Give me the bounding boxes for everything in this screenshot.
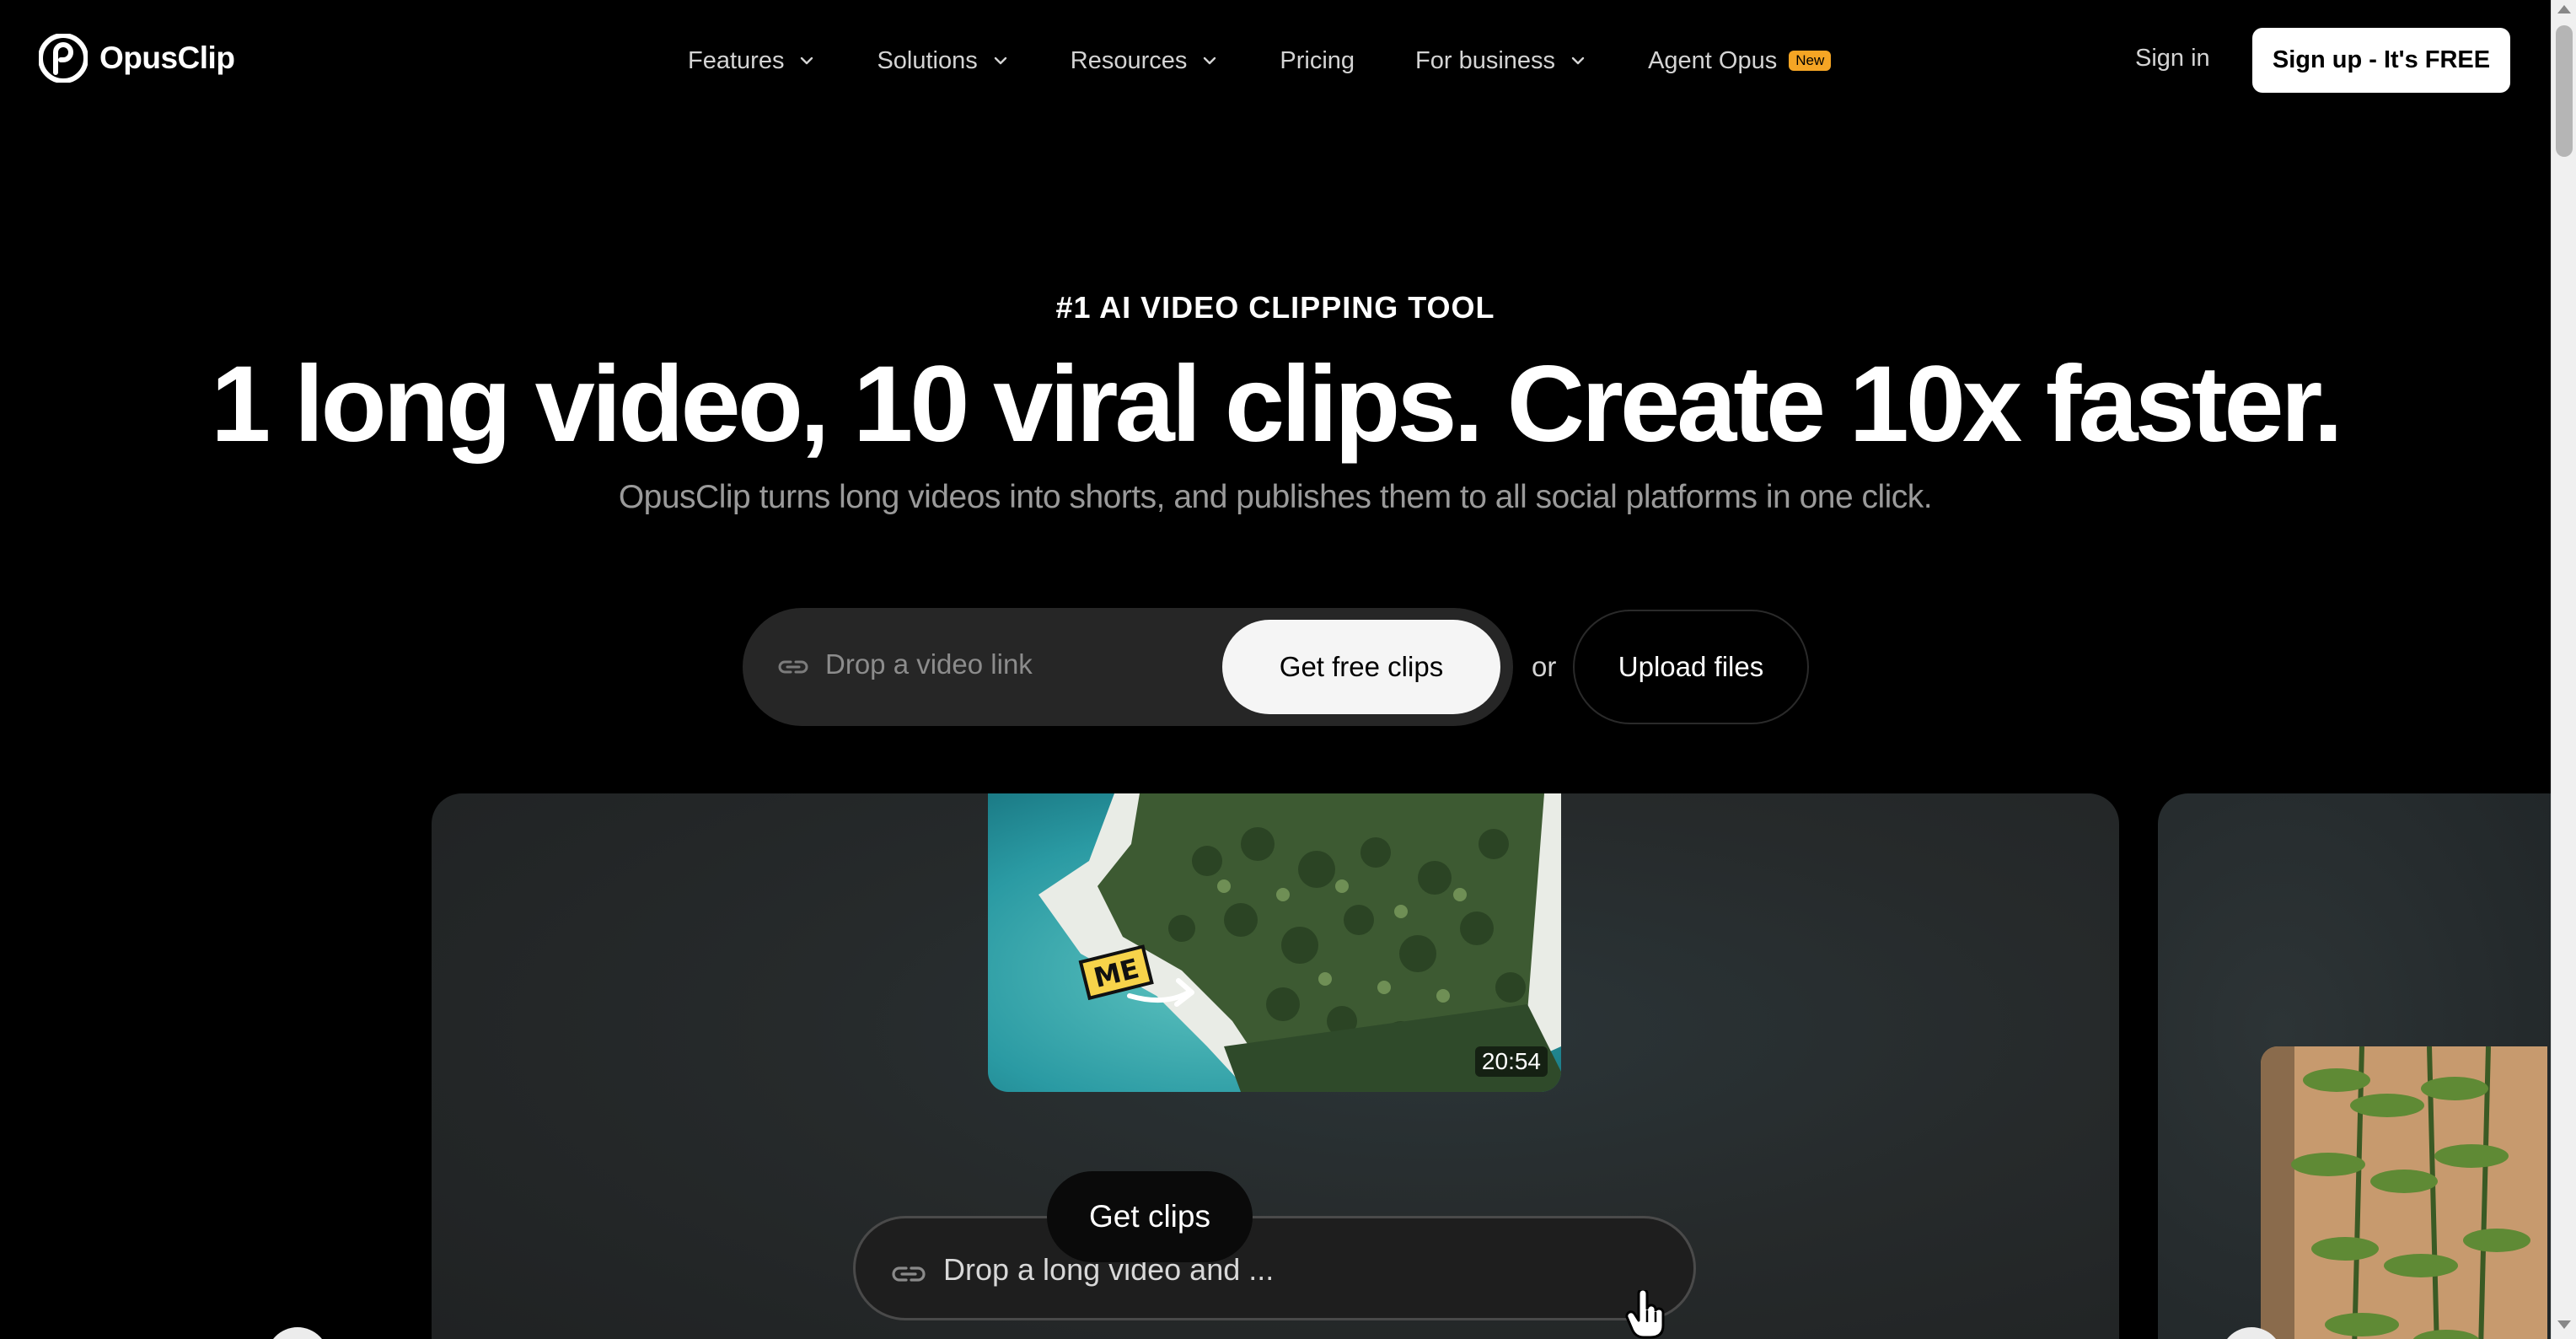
scroll-down-arrow-icon[interactable] [2557,1320,2571,1329]
nav-item-agent-opus[interactable]: Agent Opus New [1648,46,1832,75]
top-navigation: OpusClip Features Solutions Resources Pr… [0,0,2551,120]
scroll-up-arrow-icon[interactable] [2557,5,2571,13]
nav-item-solutions[interactable]: Solutions [877,47,1009,75]
hero-subhead: OpusClip turns long videos into shorts, … [618,479,1933,515]
nav-item-label: Pricing [1280,46,1355,74]
next-demo-card[interactable] [2158,793,2563,1339]
brand-logo[interactable]: OpusClip [39,34,235,83]
nav-item-label: Resources [1070,46,1188,74]
nav-item-features[interactable]: Features [688,47,816,75]
opusclip-logo-icon [39,34,88,83]
chevron-down-icon [994,56,1006,65]
get-clips-button[interactable]: Get clips [1047,1171,1253,1262]
video-thumbnail[interactable]: ME 20:54 [988,793,1561,1092]
video-link-placeholder: Drop a video link [825,648,1033,680]
long-video-input[interactable]: Drop a long video and ... [853,1216,1696,1320]
upload-files-button[interactable]: Upload files [1573,610,1809,724]
carousel-prev-button[interactable] [266,1327,329,1339]
bamboo-thumbnail [2261,1046,2547,1339]
link-icon [778,660,808,674]
nav-item-for-business[interactable]: For business [1415,47,1587,75]
hero-eyebrow: #1 AI VIDEO CLIPPING TOOL [1055,290,1495,325]
chevron-down-icon [1571,56,1585,65]
nav-item-label: Agent Opus [1648,46,1778,74]
hero-headline: 1 long video, 10 viral clips. Create 10x… [211,344,2343,465]
chevron-down-icon [1204,56,1216,65]
nav-item-label: Features [688,46,785,74]
scrollbar-thumb[interactable] [2556,25,2573,157]
link-icon [892,1266,926,1282]
brand-name: OpusClip [99,40,235,75]
demo-card: ME 20:54 Drop a long video and ... [432,793,2119,1339]
video-duration: 20:54 [1474,1046,1548,1077]
nav-item-pricing[interactable]: Pricing [1280,47,1355,75]
nav-item-label: Solutions [877,46,978,74]
nav-item-resources[interactable]: Resources [1071,47,1220,75]
hand-pointer-icon [1625,1290,1665,1339]
sign-up-button[interactable]: Sign up - It's FREE [2252,28,2510,93]
island-aerial-image: ME [988,793,1561,1092]
chevron-down-icon [801,56,813,65]
sign-in-link[interactable]: Sign in [2135,45,2210,73]
main-menu: Features Solutions Resources Pricing For… [688,42,1892,79]
get-free-clips-button[interactable]: Get free clips [1222,620,1500,714]
page-scrollbar[interactable] [2551,0,2576,1339]
nav-item-label: For business [1415,46,1556,74]
new-badge: New [1789,51,1832,71]
or-separator: or [1532,651,1557,682]
